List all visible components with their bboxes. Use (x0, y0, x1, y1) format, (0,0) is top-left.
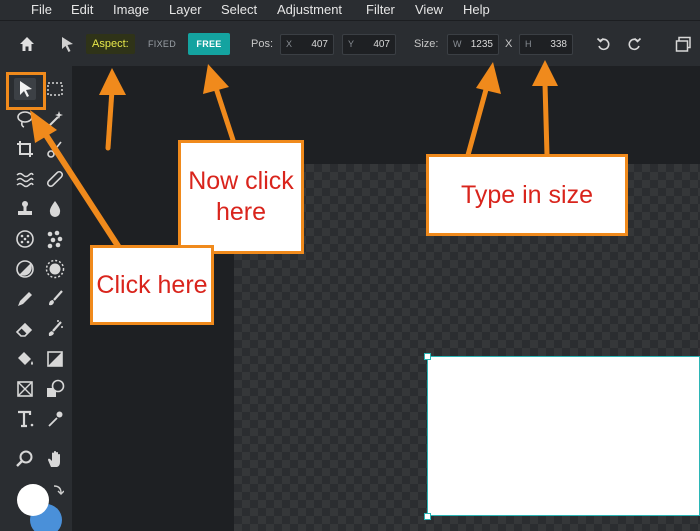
width-value: 1235 (470, 39, 493, 50)
select-tool-highlight (6, 72, 46, 110)
menu-filter[interactable]: Filter (366, 0, 395, 20)
brush-tool-icon[interactable] (44, 288, 66, 310)
menu-file[interactable]: File (31, 0, 52, 20)
callout-click-here: Click here (90, 245, 214, 325)
menu-bar: File Edit Image Layer Select Adjustment … (0, 0, 700, 20)
liquify-tool-icon[interactable] (14, 168, 36, 190)
stamp-tool-icon[interactable] (14, 198, 36, 220)
height-field[interactable]: H 338 (519, 34, 573, 55)
menu-edit[interactable]: Edit (71, 0, 93, 20)
menu-layer[interactable]: Layer (169, 0, 202, 20)
height-value: 338 (550, 39, 567, 50)
width-prefix: W (453, 39, 462, 49)
undo-icon[interactable] (596, 36, 612, 52)
menu-select[interactable]: Select (221, 0, 257, 20)
pos-x-prefix: X (286, 39, 293, 49)
dodge-tool-icon[interactable] (14, 258, 36, 280)
options-toolbar: Aspect: FIXED FREE Pos: X 407 Y 407 Size… (0, 20, 700, 66)
aspect-fixed-button[interactable]: FIXED (142, 34, 182, 54)
pos-label: Pos: (251, 38, 274, 50)
text-tool-icon[interactable] (14, 408, 36, 430)
transform-handle-bottom-left[interactable] (424, 513, 431, 520)
app-window: File Edit Image Layer Select Adjustment … (0, 0, 700, 531)
pos-y-value: 407 (373, 39, 390, 50)
pencil-tool-icon[interactable] (14, 288, 36, 310)
eraser-tool-icon[interactable] (14, 318, 36, 340)
spray-tool-icon[interactable] (44, 318, 66, 340)
heal-tool-icon[interactable] (44, 168, 66, 190)
selected-layer[interactable] (427, 356, 700, 516)
placeholder-tool-icon[interactable] (14, 378, 36, 400)
shape-tool-icon[interactable] (44, 378, 66, 400)
magic-wand-tool-icon[interactable] (44, 108, 66, 130)
blur-tool-icon[interactable] (44, 198, 66, 220)
cut-tool-icon[interactable] (44, 138, 66, 160)
callout-type-in-size: Type in size (426, 154, 628, 236)
primary-color-swatch[interactable] (17, 484, 49, 516)
height-prefix: H (525, 39, 532, 49)
home-icon[interactable] (18, 35, 36, 53)
hand-tool-icon[interactable] (44, 448, 66, 470)
width-field[interactable]: W 1235 (447, 34, 499, 55)
arrow-icon[interactable] (59, 36, 75, 52)
menu-image[interactable]: Image (113, 0, 149, 20)
burn-tool-icon[interactable] (44, 258, 66, 280)
gradient-tool-icon[interactable] (44, 348, 66, 370)
tool-panel (0, 66, 72, 531)
aspect-free-button[interactable]: FREE (188, 33, 230, 55)
menu-help[interactable]: Help (463, 0, 490, 20)
eyedropper-tool-icon[interactable] (44, 408, 66, 430)
pos-y-prefix: Y (348, 39, 355, 49)
aspect-label: Aspect: (86, 34, 135, 54)
pos-x-field[interactable]: X 407 (280, 34, 334, 55)
lasso-tool-icon[interactable] (14, 108, 36, 130)
zoom-tool-icon[interactable] (14, 448, 36, 470)
dots-tool-icon[interactable] (44, 228, 66, 250)
windows-icon[interactable] (675, 36, 692, 53)
pos-y-field[interactable]: Y 407 (342, 34, 396, 55)
swap-colors-icon[interactable] (52, 483, 64, 497)
callout-now-click-here: Now click here (178, 140, 304, 254)
transform-handle-top-left[interactable] (424, 353, 431, 360)
crop-tool-icon[interactable] (14, 138, 36, 160)
menu-adjustment[interactable]: Adjustment (277, 0, 342, 20)
menu-view[interactable]: View (415, 0, 443, 20)
pos-x-value: 407 (311, 39, 328, 50)
sponge-tool-icon[interactable] (14, 228, 36, 250)
fill-tool-icon[interactable] (14, 348, 36, 370)
marquee-tool-icon[interactable] (44, 78, 66, 100)
redo-icon[interactable] (626, 36, 642, 52)
size-label: Size: (414, 38, 439, 50)
size-separator: X (505, 38, 513, 50)
